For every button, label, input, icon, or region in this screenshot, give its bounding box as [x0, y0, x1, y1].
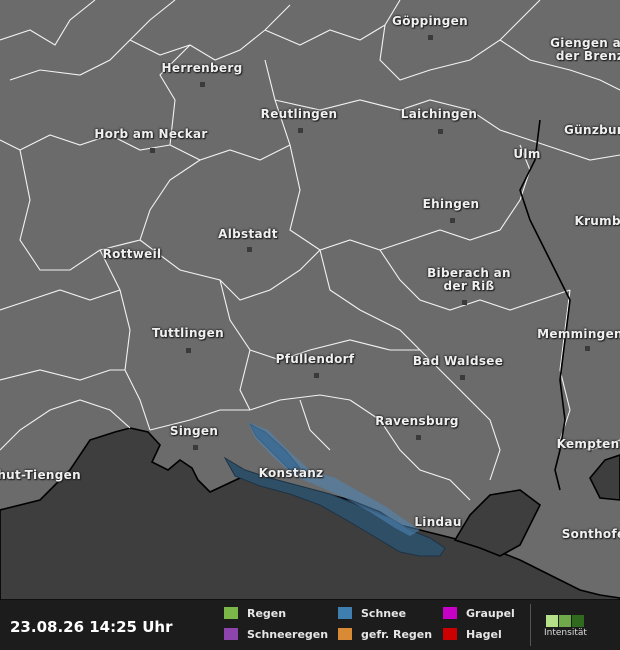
legend-label: Hagel	[466, 628, 502, 641]
legend-label: Schneeregen	[247, 628, 329, 641]
city-label: Kempten	[556, 437, 620, 451]
city-label: Albstadt	[218, 227, 278, 241]
city-marker	[247, 247, 252, 252]
city-marker	[460, 375, 465, 380]
legend-graupel: Graupel	[443, 607, 515, 621]
city-label: Konstanz	[258, 466, 324, 480]
legend-label: Regen	[247, 607, 287, 620]
city-label: Ehingen	[422, 197, 480, 211]
city-label: Pfullendorf	[275, 352, 355, 366]
intensity-label: Intensität	[544, 628, 587, 638]
legend-divider	[530, 604, 531, 646]
city-label: Herrenberg	[161, 61, 243, 75]
radar-map[interactable]: Göppingen Giengen an der Brenz Herrenberg R…	[0, 0, 620, 600]
city-label: Göppingen	[392, 14, 468, 28]
schnee-swatch	[338, 607, 352, 619]
legend-gefr-regen: gefr. Regen	[338, 628, 432, 642]
city-marker	[193, 445, 198, 450]
schneeregen-swatch	[224, 628, 238, 640]
city-label: Reutlingen	[260, 107, 338, 121]
city-label: Waldshut-Tiengen	[0, 468, 81, 482]
city-label: Sonthofen	[561, 527, 620, 541]
intensity-high	[572, 615, 584, 627]
city-marker	[314, 373, 319, 378]
city-marker	[462, 300, 467, 305]
city-label: Lindau	[414, 515, 462, 529]
city-label: Singen	[169, 424, 219, 438]
city-marker	[450, 218, 455, 223]
footer-bar: 23.08.26 14:25 Uhr Regen Schneeregen Sch…	[0, 600, 620, 650]
city-label: Giengen an der Brenz	[550, 36, 620, 63]
city-marker	[438, 129, 443, 134]
city-label: Memmingen	[537, 327, 620, 341]
legend-hagel: Hagel	[443, 628, 502, 642]
hagel-swatch	[443, 628, 457, 640]
city-label: Ravensburg	[375, 414, 459, 428]
city-marker	[150, 148, 155, 153]
city-label: Ulm	[513, 147, 541, 161]
city-label: Laichingen	[400, 107, 478, 121]
map-shapes	[0, 0, 620, 600]
legend-schnee: Schnee	[338, 607, 406, 621]
graupel-swatch	[443, 607, 457, 619]
city-marker	[416, 435, 421, 440]
city-label: Biberach an der Riß	[427, 266, 511, 293]
city-marker	[200, 82, 205, 87]
city-label: Günzburg	[564, 123, 620, 137]
city-marker	[298, 128, 303, 133]
legend-label: Graupel	[466, 607, 515, 620]
intensity-mid	[559, 615, 571, 627]
city-label: Bad Waldsee	[412, 354, 504, 368]
timestamp: 23.08.26 14:25 Uhr	[10, 618, 173, 636]
legend-schneeregen: Schneeregen	[224, 628, 328, 642]
city-label: Rottweil	[102, 247, 162, 261]
intensity-low	[546, 615, 558, 627]
legend-label: gefr. Regen	[361, 628, 433, 641]
city-label: Tuttlingen	[152, 326, 224, 340]
legend-regen: Regen	[224, 607, 286, 621]
city-marker	[428, 35, 433, 40]
city-marker	[585, 346, 590, 351]
city-marker	[186, 348, 191, 353]
city-label: Krumbach	[574, 214, 620, 228]
legend-label: Schnee	[361, 607, 407, 620]
gefr-regen-swatch	[338, 628, 352, 640]
city-label: Horb am Neckar	[94, 127, 208, 141]
regen-swatch	[224, 607, 238, 619]
